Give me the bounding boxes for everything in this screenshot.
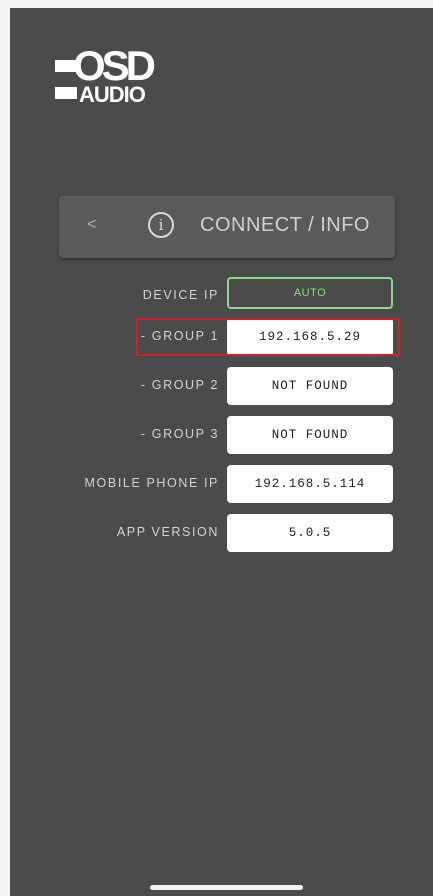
device-ip-auto-button[interactable]: AUTO [227,277,393,309]
home-indicator[interactable] [150,885,303,890]
mobile-phone-ip-row: MOBILE PHONE IP 192.168.5.114 [10,465,433,503]
app-version-field: 5.0.5 [227,514,393,552]
header-title: CONNECT / INFO [200,214,370,236]
group-2-row: - GROUP 2 NOT FOUND [10,367,433,405]
app-screen: OSD AUDIO < i CONNECT / INFO DEVICE IP A… [10,8,433,896]
group-2-label: - GROUP 2 [140,378,219,392]
group-3-row: - GROUP 3 NOT FOUND [10,416,433,454]
group-1-ip-field[interactable]: 192.168.5.29 [227,318,393,356]
group-3-label: - GROUP 3 [140,427,219,441]
logo-osd-text: OSD [73,42,156,89]
group-2-ip-field[interactable]: NOT FOUND [227,367,393,405]
group-3-ip-field[interactable]: NOT FOUND [227,416,393,454]
app-version-row: APP VERSION 5.0.5 [10,514,433,552]
osd-audio-logo: OSD AUDIO [55,45,175,123]
logo-audio-text: AUDIO [79,82,146,107]
device-ip-label: DEVICE IP [142,288,219,302]
connect-info-header[interactable]: < i CONNECT / INFO [59,196,395,258]
mobile-phone-ip-field: 192.168.5.114 [227,465,393,503]
back-chevron-icon[interactable]: < [87,216,96,234]
group-1-row: - GROUP 1 192.168.5.29 [10,318,433,356]
device-ip-row: DEVICE IP AUTO [10,277,433,315]
app-version-label: APP VERSION [116,525,219,539]
mobile-phone-ip-label: MOBILE PHONE IP [84,476,219,490]
group-1-label: - GROUP 1 [140,329,219,343]
info-icon: i [148,212,174,238]
